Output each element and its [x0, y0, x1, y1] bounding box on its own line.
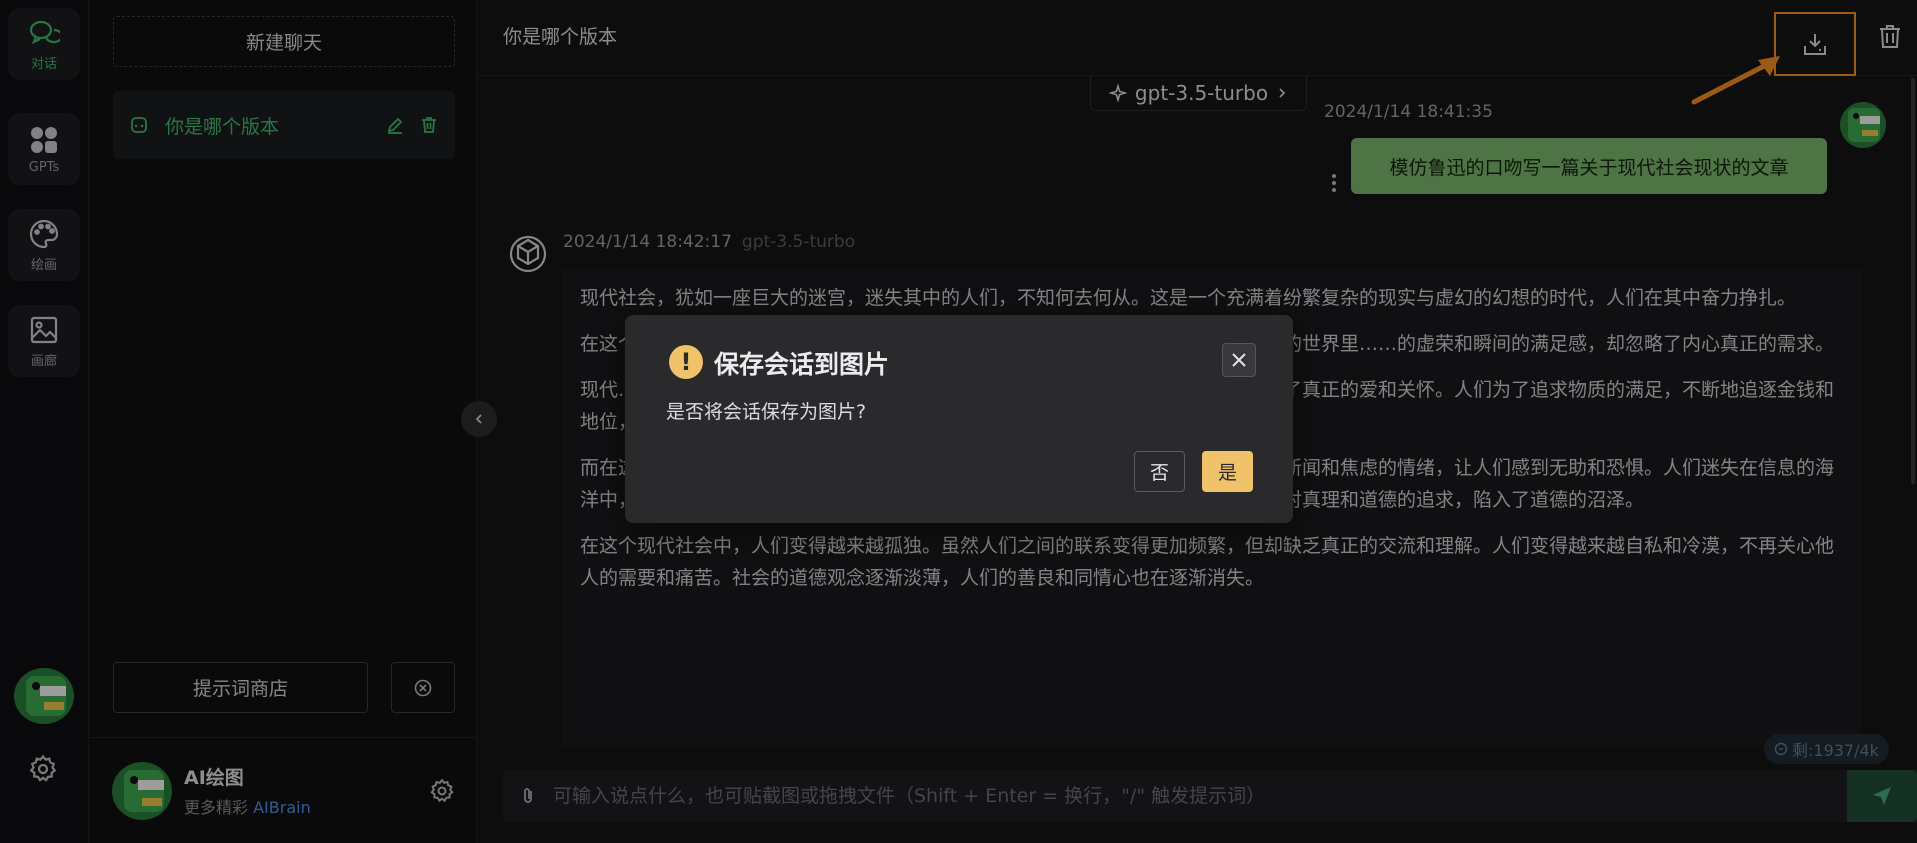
dialog-close-button[interactable] — [1222, 343, 1256, 377]
dialog-title: 保存会话到图片 — [714, 350, 890, 379]
save-image-dialog: ! 保存会话到图片 是否将会话保存为图片? 否 是 — [625, 315, 1293, 523]
close-icon — [1232, 353, 1246, 367]
warning-icon: ! — [669, 345, 703, 379]
dialog-yes-button[interactable]: 是 — [1202, 451, 1253, 492]
dialog-message: 是否将会话保存为图片? — [666, 401, 867, 423]
dialog-no-button[interactable]: 否 — [1134, 451, 1185, 492]
app-root: 对话 GPTs 绘画 画廊 新建聊天 你是哪个版本 提示词商店 AI绘图 更多精… — [0, 0, 1917, 843]
